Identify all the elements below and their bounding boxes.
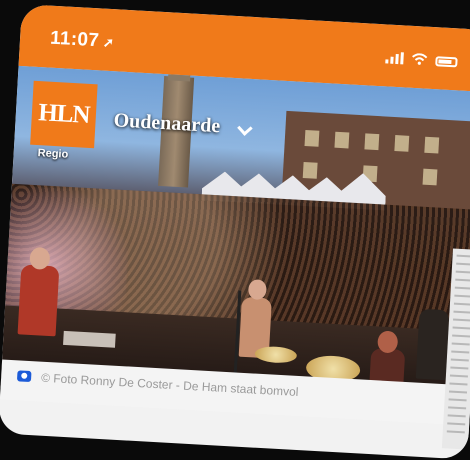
wifi-icon (412, 53, 428, 65)
regio-label: Regio (37, 147, 69, 161)
time-text: 11:07 (49, 27, 100, 52)
signal-icon (385, 51, 404, 65)
status-time: 11:07 ➚ (49, 27, 115, 54)
location-arrow-icon: ➚ (102, 34, 115, 51)
city-selector[interactable]: Oudenaarde (113, 109, 221, 138)
status-icons (385, 51, 458, 68)
hln-logo[interactable]: HLN (30, 80, 98, 149)
photo-caption: © Foto Ronny De Coster - De Ham staat bo… (40, 370, 299, 400)
battery-icon (435, 56, 458, 68)
logo-text: HLN (37, 99, 91, 129)
camera-icon (16, 370, 32, 383)
musician-left (17, 264, 60, 337)
phone-screen: 11:07 ➚ HLN Regio Oudenaarde © Foto Ronn… (0, 4, 470, 460)
keyboard (63, 330, 116, 348)
chevron-down-icon[interactable] (237, 120, 253, 136)
hero-image[interactable]: HLN Regio Oudenaarde (0, 65, 470, 412)
guitarist (415, 308, 450, 381)
